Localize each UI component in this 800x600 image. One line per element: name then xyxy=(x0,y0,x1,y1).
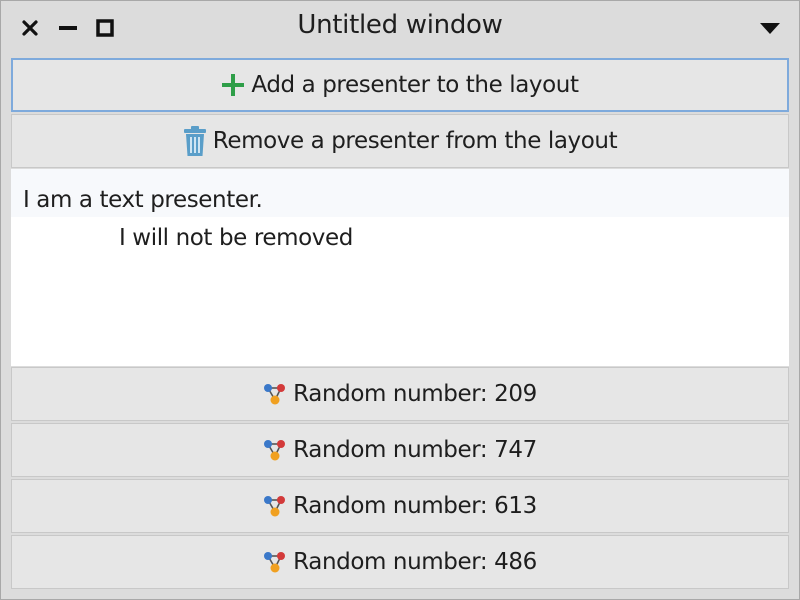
remove-presenter-label: Remove a presenter from the layout xyxy=(212,128,618,154)
add-presenter-button[interactable]: Add a presenter to the layout xyxy=(11,58,789,112)
random-number-button[interactable]: Random number: 613 xyxy=(11,479,789,533)
graph-nodes-icon xyxy=(263,438,287,462)
text-presenter-line2: I will not be removed xyxy=(119,225,353,251)
window-title: Untitled window xyxy=(297,10,503,40)
random-number-button[interactable]: Random number: 209 xyxy=(11,367,789,421)
app-window: Untitled window Add a presenter to the l… xyxy=(0,0,800,600)
chevron-down-icon[interactable] xyxy=(757,15,783,41)
random-number-button[interactable]: Random number: 747 xyxy=(11,423,789,477)
graph-nodes-icon xyxy=(263,550,287,574)
text-presenter-line1: I am a text presenter. xyxy=(11,169,789,217)
random-number-label: Random number: 209 xyxy=(293,381,537,407)
title-bar: Untitled window xyxy=(1,1,799,55)
text-presenter[interactable]: I am a text presenter. I will not be rem… xyxy=(11,169,789,366)
random-number-label: Random number: 486 xyxy=(293,549,537,575)
random-number-label: Random number: 747 xyxy=(293,437,537,463)
remove-presenter-button[interactable]: Remove a presenter from the layout xyxy=(11,114,789,168)
graph-nodes-icon xyxy=(263,382,287,406)
graph-nodes-icon xyxy=(263,494,287,518)
random-number-label: Random number: 613 xyxy=(293,493,537,519)
plus-icon xyxy=(221,73,245,97)
trash-icon xyxy=(183,125,207,157)
random-number-button[interactable]: Random number: 486 xyxy=(11,535,789,589)
add-presenter-label: Add a presenter to the layout xyxy=(251,72,579,98)
